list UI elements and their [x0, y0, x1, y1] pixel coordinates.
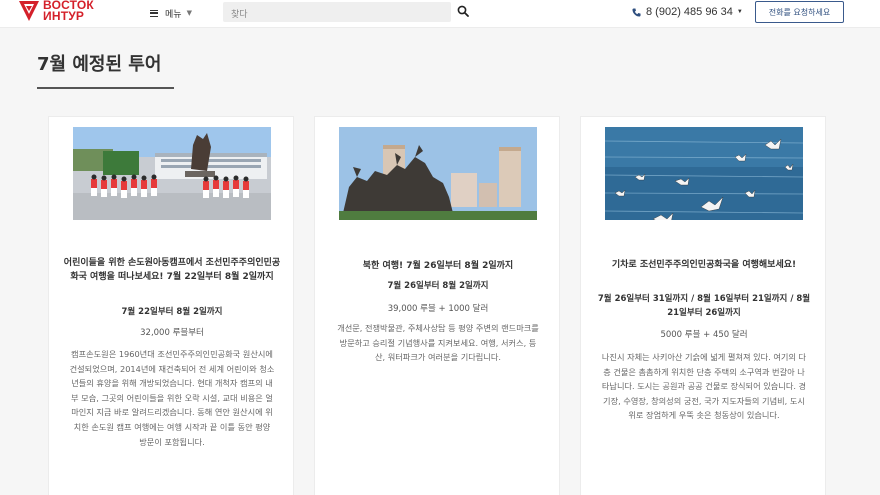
tour-card[interactable]: 기차로 조선민주주의인민공화국을 여행해보세요! 7월 26일부터 31일까지 …: [580, 116, 826, 495]
request-call-button[interactable]: 전화를 요청하세요: [755, 1, 844, 23]
tour-price: 5000 루블 + 450 달러: [660, 330, 748, 340]
tour-photo[interactable]: [339, 127, 537, 220]
caret-down-icon: ▼: [736, 9, 743, 15]
phone-icon: [632, 7, 641, 17]
search-icon[interactable]: [457, 5, 469, 17]
tour-card[interactable]: 북한 여행! 7월 26일부터 8월 2일까지 7월 26일부터 8월 2일까지…: [314, 116, 560, 495]
tour-photo[interactable]: [605, 127, 803, 220]
tour-dates: 7월 26일부터 8월 2일까지: [387, 281, 489, 291]
tour-title[interactable]: 어린이들을 위한 손도원아동캠프에서 조선민주주의인민공화국 여행을 떠나보세요…: [63, 257, 281, 284]
tour-dates: 7월 26일부터 31일까지 / 8월 16일부터 21일까지 / 8월 21일…: [597, 294, 811, 318]
tour-description: 캠프손도원은 1960년대 조선민주주의인민공화국 원산시에 건설되었으며, 2…: [69, 349, 275, 447]
logo-icon: [19, 1, 39, 21]
title-underline: [37, 87, 174, 89]
menu-button[interactable]: 메뉴 ▼: [150, 4, 192, 22]
tour-price: 39,000 루블 + 1000 달러: [387, 304, 489, 314]
monument-photo: [339, 127, 537, 220]
camp-photo: [73, 127, 271, 220]
tour-description: 나진시 자체는 사키아산 기슭에 넓게 펼쳐져 있다. 여기의 다층 건물은 촘…: [601, 352, 807, 421]
phone-number: 8 (902) 485 96 34: [646, 6, 733, 18]
tour-photo[interactable]: [73, 127, 271, 220]
tour-price: 32,000 루블부터: [140, 328, 204, 338]
tour-title[interactable]: 기차로 조선민주주의인민공화국을 여행해보세요!: [595, 259, 813, 273]
search-input[interactable]: [223, 5, 451, 25]
sea-gulls-photo: [605, 127, 803, 220]
menu-icon: [150, 9, 158, 17]
phone-dropdown[interactable]: 8 (902) 485 96 34 ▼: [632, 6, 743, 18]
site-logo[interactable]: ВОСТОК ИНТУР: [18, 0, 94, 26]
logo-line-2: ИНТУР: [43, 9, 85, 23]
tour-title[interactable]: 북한 여행! 7월 26일부터 8월 2일까지: [329, 260, 547, 274]
search-box: [223, 2, 451, 25]
site-header: ВОСТОК ИНТУР 메뉴 ▼ 8 (902) 485 96 34 ▼ 전화…: [0, 0, 880, 28]
page-title: 7월 예정된 투어: [37, 54, 162, 75]
chevron-down-icon: ▼: [186, 9, 192, 17]
tour-dates: 7월 22일부터 8월 2일까지: [121, 307, 223, 317]
tour-description: 개선문, 전쟁박물관, 주체사상탑 등 평양 주변의 랜드마크를 방문하고 승리…: [337, 323, 539, 363]
menu-label: 메뉴: [165, 9, 182, 20]
tour-card[interactable]: 어린이들을 위한 손도원아동캠프에서 조선민주주의인민공화국 여행을 떠나보세요…: [48, 116, 294, 495]
